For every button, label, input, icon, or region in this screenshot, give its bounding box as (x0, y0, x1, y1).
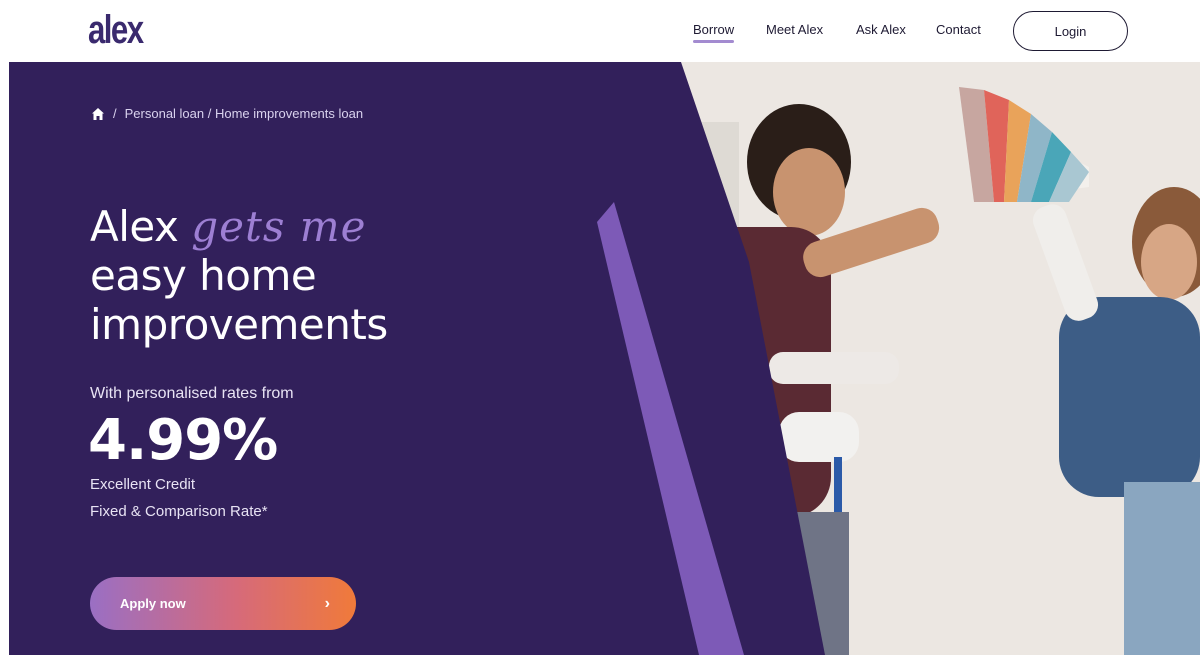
site-header: alex Borrow Meet Alex Ask Alex Contact L… (0, 0, 1200, 62)
home-icon[interactable] (91, 107, 105, 121)
apply-now-label: Apply now (120, 596, 186, 611)
headline-line-3: improvements (90, 300, 388, 349)
brand-panel (9, 62, 825, 655)
breadcrumb: / Personal loan / Home improvements loan (91, 106, 363, 121)
breadcrumb-separator: / (113, 106, 117, 121)
chevron-right-icon: › (324, 594, 330, 612)
nav-contact[interactable]: Contact (936, 22, 981, 37)
rate-note-comparison: Fixed & Comparison Rate* (90, 503, 268, 520)
rate-intro: With personalised rates from (90, 385, 294, 402)
headline-accent: gets me (191, 202, 367, 251)
nav-borrow[interactable]: Borrow (693, 22, 735, 43)
alex-logo[interactable]: alex (88, 8, 144, 52)
breadcrumb-path[interactable]: Personal loan / Home improvements loan (125, 106, 363, 121)
hero-section: / Personal loan / Home improvements loan… (9, 62, 1200, 655)
hero-headline: Alex gets me easy home improvements (90, 202, 388, 349)
login-button[interactable]: Login (1013, 11, 1128, 51)
apply-now-button[interactable]: Apply now › (90, 577, 356, 630)
nav-meet-alex[interactable]: Meet Alex (766, 22, 823, 37)
rate-note-credit: Excellent Credit (90, 476, 196, 493)
headline-alex: Alex (90, 202, 179, 251)
rate-value: 4.99% (88, 408, 278, 473)
nav-ask-alex[interactable]: Ask Alex (856, 22, 906, 37)
headline-line-2: easy home (90, 251, 317, 300)
